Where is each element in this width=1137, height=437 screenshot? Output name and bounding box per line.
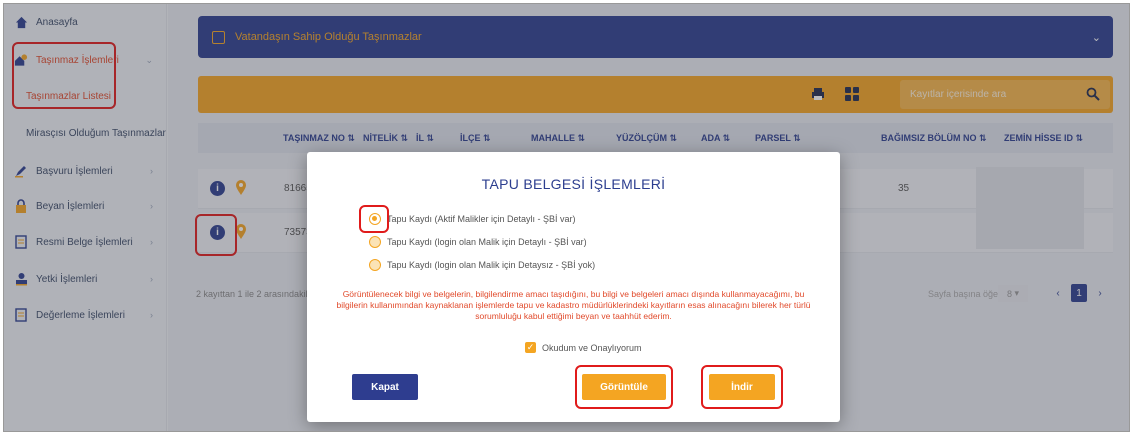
annotation-box	[701, 365, 783, 409]
radio-label: Tapu Kaydı (login olan Malik için Detayl…	[387, 237, 587, 247]
close-button[interactable]: Kapat	[352, 374, 418, 400]
disclaimer-text: Görüntülenecek bilgi ve belgelerin, bilg…	[336, 289, 811, 321]
radio-button[interactable]	[369, 236, 381, 248]
consent-label: Okudum ve Onaylıyorum	[542, 342, 642, 353]
radio-label: Tapu Kaydı (login olan Malik için Detays…	[387, 260, 596, 270]
annotation-box	[359, 205, 389, 233]
radio-option[interactable]: Tapu Kaydı (Aktif Malikler için Detaylı …	[369, 213, 576, 225]
radio-button[interactable]	[369, 259, 381, 271]
radio-option[interactable]: Tapu Kaydı (login olan Malik için Detays…	[369, 259, 595, 271]
consent-checkbox-row[interactable]: ✓ Okudum ve Onaylıyorum	[525, 342, 642, 353]
annotation-box	[575, 365, 673, 409]
radio-option[interactable]: Tapu Kaydı (login olan Malik için Detayl…	[369, 236, 587, 248]
app-window: Anasayfa Taşınmaz İşlemleri ⌄ Taşınmazla…	[3, 3, 1130, 432]
radio-label: Tapu Kaydı (Aktif Malikler için Detaylı …	[387, 214, 576, 224]
checkbox-checked[interactable]: ✓	[525, 342, 536, 353]
deed-document-modal: TAPU BELGESİ İŞLEMLERİ Tapu Kaydı (Aktif…	[307, 152, 840, 422]
modal-title: TAPU BELGESİ İŞLEMLERİ	[481, 176, 666, 192]
